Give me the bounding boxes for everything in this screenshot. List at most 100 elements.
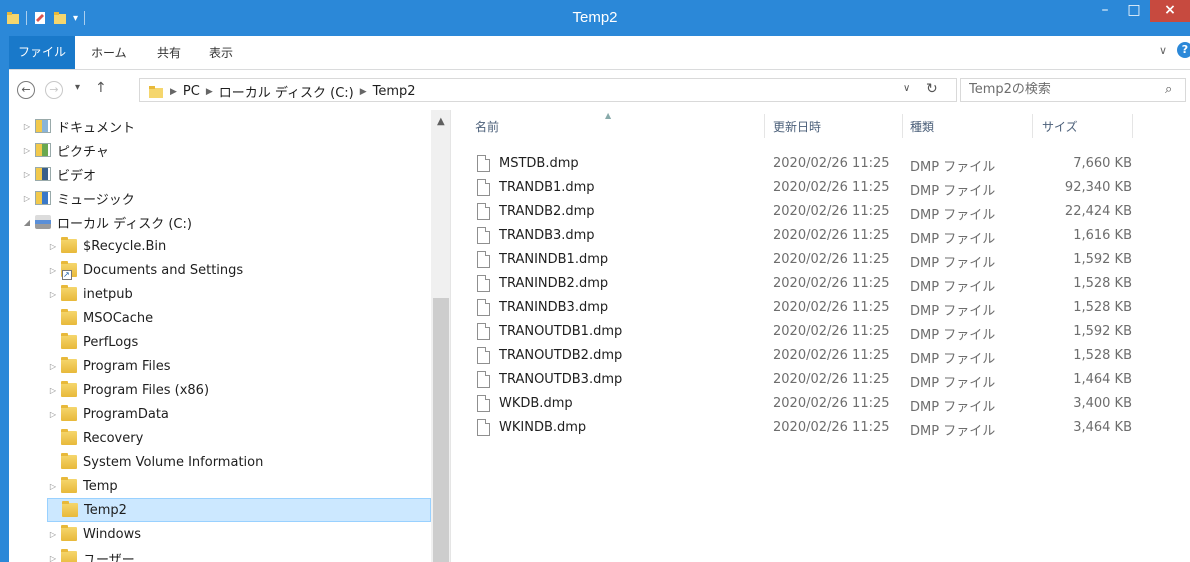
tab-home[interactable]: ホーム: [91, 44, 127, 61]
file-row[interactable]: WKINDB.dmp 2020/02/26 11:25 DMP ファイル 3,4…: [472, 416, 1132, 440]
folder-icon: [61, 525, 77, 541]
column-divider[interactable]: [1132, 114, 1133, 138]
expand-icon[interactable]: ▷: [47, 362, 59, 371]
tree-item-label: ProgramData: [83, 406, 169, 422]
folder-icon: [61, 357, 77, 373]
search-icon[interactable]: ⌕: [1165, 82, 1172, 97]
expand-icon[interactable]: ▷: [47, 386, 59, 395]
up-button[interactable]: ↑: [95, 80, 107, 96]
close-button[interactable]: ×: [1150, 0, 1190, 22]
column-divider[interactable]: [902, 114, 903, 138]
file-row[interactable]: WKDB.dmp 2020/02/26 11:25 DMP ファイル 3,400…: [472, 392, 1132, 416]
tree-item-label: Documents and Settings: [83, 262, 244, 278]
tree-item-temp[interactable]: ▷ Temp: [47, 474, 118, 498]
tree-item-videos[interactable]: ▷ ビデオ: [21, 162, 96, 186]
expand-icon[interactable]: ▷: [21, 146, 33, 155]
title-bar: ▾ Temp2 – □ ×: [0, 0, 1190, 36]
address-bar[interactable]: ▶ PC ▶ ローカル ディスク (C:) ▶ Temp2 ∨ ↻: [139, 78, 957, 102]
minimize-button[interactable]: –: [1091, 0, 1119, 22]
file-type: DMP ファイル: [910, 160, 996, 175]
expand-icon[interactable]: ▷: [47, 266, 59, 275]
back-button[interactable]: ←: [17, 81, 35, 99]
scrollbar-thumb[interactable]: [433, 298, 449, 562]
file-row[interactable]: TRANDB2.dmp 2020/02/26 11:25 DMP ファイル 22…: [472, 200, 1132, 224]
column-divider[interactable]: [1032, 114, 1033, 138]
nav-pane-scrollbar[interactable]: ▲: [431, 110, 450, 562]
file-row[interactable]: TRANOUTDB2.dmp 2020/02/26 11:25 DMP ファイル…: [472, 344, 1132, 368]
expand-icon[interactable]: ▷: [21, 170, 33, 179]
tree-item-documents-and-settings[interactable]: ▷ Documents and Settings: [47, 258, 243, 282]
tab-file[interactable]: ファイル: [9, 36, 75, 69]
tree-item-label: ユーザー: [83, 552, 135, 562]
collapse-icon[interactable]: ◢: [21, 218, 33, 227]
file-row[interactable]: TRANINDB3.dmp 2020/02/26 11:25 DMP ファイル …: [472, 296, 1132, 320]
column-header-name[interactable]: 名前: [475, 118, 499, 135]
breadcrumb-pc[interactable]: PC: [183, 84, 200, 99]
tree-item-msocache[interactable]: MSOCache: [47, 306, 153, 330]
file-icon: [477, 251, 490, 268]
address-dropdown-button[interactable]: ∨: [903, 83, 910, 94]
tree-item-documents[interactable]: ▷ ドキュメント: [21, 114, 135, 138]
file-row[interactable]: TRANDB3.dmp 2020/02/26 11:25 DMP ファイル 1,…: [472, 224, 1132, 248]
scroll-up-icon[interactable]: ▲: [437, 116, 445, 127]
tree-item-local-disk[interactable]: ◢ ローカル ディスク (C:): [21, 210, 192, 234]
tab-share[interactable]: 共有: [157, 44, 181, 61]
expand-icon[interactable]: ▷: [21, 122, 33, 131]
search-box[interactable]: ⌕: [960, 78, 1186, 102]
breadcrumb-temp2[interactable]: Temp2: [373, 84, 416, 99]
tab-view[interactable]: 表示: [209, 44, 233, 61]
tree-item-pictures[interactable]: ▷ ピクチャ: [21, 138, 109, 162]
file-row[interactable]: TRANINDB1.dmp 2020/02/26 11:25 DMP ファイル …: [472, 248, 1132, 272]
tree-item-temp2[interactable]: Temp2: [47, 498, 431, 522]
file-row[interactable]: TRANOUTDB3.dmp 2020/02/26 11:25 DMP ファイル…: [472, 368, 1132, 392]
file-type: DMP ファイル: [910, 304, 996, 319]
file-date: 2020/02/26 11:25: [773, 348, 890, 363]
file-name: TRANOUTDB2.dmp: [499, 348, 623, 363]
help-button[interactable]: ?: [1177, 42, 1190, 58]
tree-item-perflogs[interactable]: PerfLogs: [47, 330, 138, 354]
file-icon: [477, 395, 490, 412]
file-row[interactable]: TRANINDB2.dmp 2020/02/26 11:25 DMP ファイル …: [472, 272, 1132, 296]
expand-icon[interactable]: ▷: [47, 530, 59, 539]
column-header-type[interactable]: 種類: [910, 118, 934, 135]
tree-item-label: $Recycle.Bin: [83, 238, 167, 254]
expand-icon[interactable]: ▷: [47, 554, 59, 562]
expand-icon[interactable]: ▷: [21, 194, 33, 203]
expand-icon[interactable]: ▷: [47, 290, 59, 299]
recent-locations-button[interactable]: ▾: [75, 82, 80, 93]
tree-item-program-files[interactable]: ▷ Program Files: [47, 354, 171, 378]
tree-item-recycle-bin[interactable]: ▷ $Recycle.Bin: [47, 234, 166, 258]
column-header-size[interactable]: サイズ: [1042, 118, 1078, 135]
chevron-right-icon: ▶: [170, 86, 177, 97]
tree-item-label: Windows: [83, 526, 142, 542]
tree-item-program-files-x86[interactable]: ▷ Program Files (x86): [47, 378, 209, 402]
tree-item-label: ミュージック: [57, 192, 135, 208]
expand-icon[interactable]: ▷: [47, 410, 59, 419]
tree-item-recovery[interactable]: Recovery: [47, 426, 143, 450]
expand-ribbon-button[interactable]: ∨: [1159, 44, 1167, 57]
tree-item-music[interactable]: ▷ ミュージック: [21, 186, 135, 210]
column-header-date[interactable]: 更新日時: [773, 118, 821, 135]
tree-item-label: Program Files: [83, 358, 171, 374]
file-row[interactable]: TRANOUTDB1.dmp 2020/02/26 11:25 DMP ファイル…: [472, 320, 1132, 344]
file-type: DMP ファイル: [910, 184, 996, 199]
folder-icon: [61, 549, 77, 562]
file-date: 2020/02/26 11:25: [773, 252, 890, 267]
tree-item-windows[interactable]: ▷ Windows: [47, 522, 141, 546]
file-size: 1,528 KB: [1073, 300, 1132, 315]
tree-item-label: MSOCache: [83, 310, 154, 326]
expand-icon[interactable]: ▷: [47, 242, 59, 251]
tree-item-programdata[interactable]: ▷ ProgramData: [47, 402, 169, 426]
column-divider[interactable]: [764, 114, 765, 138]
forward-button[interactable]: →: [45, 81, 63, 99]
maximize-button[interactable]: □: [1120, 0, 1148, 22]
tree-item-inetpub[interactable]: ▷ inetpub: [47, 282, 133, 306]
tree-item-users[interactable]: ▷ ユーザー: [47, 546, 135, 562]
refresh-button[interactable]: ↻: [926, 81, 938, 97]
tree-item-system-volume-information[interactable]: System Volume Information: [47, 450, 263, 474]
expand-icon[interactable]: ▷: [47, 482, 59, 491]
file-row[interactable]: MSTDB.dmp 2020/02/26 11:25 DMP ファイル 7,66…: [472, 152, 1132, 176]
breadcrumb-local-disk[interactable]: ローカル ディスク (C:): [219, 82, 354, 101]
file-row[interactable]: TRANDB1.dmp 2020/02/26 11:25 DMP ファイル 92…: [472, 176, 1132, 200]
search-input[interactable]: [969, 82, 1149, 97]
